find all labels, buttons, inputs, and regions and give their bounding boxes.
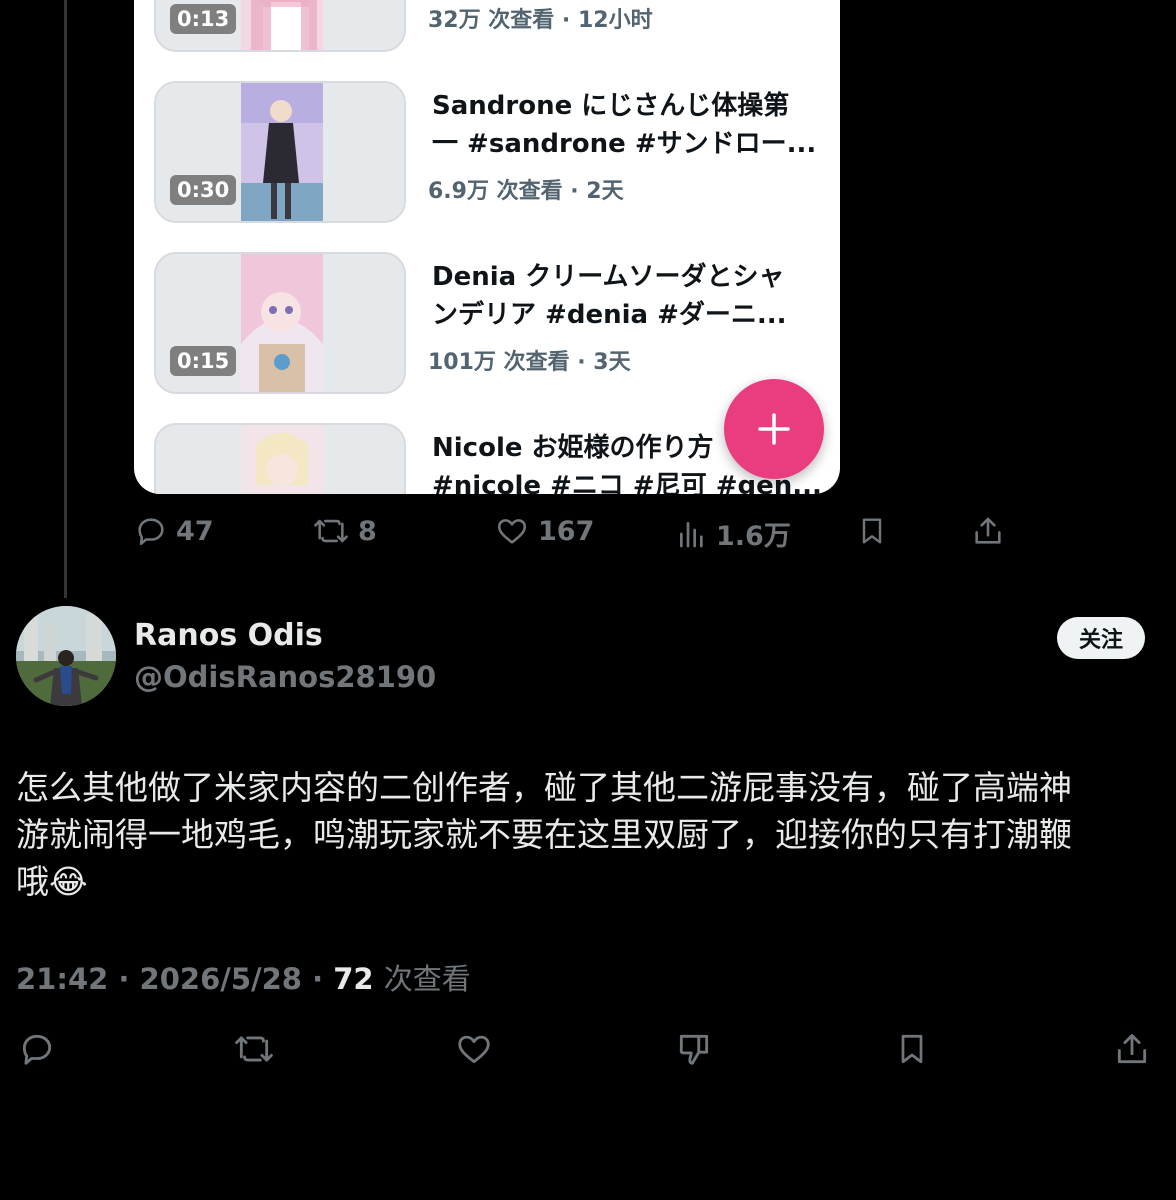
reply-action[interactable]: 47 bbox=[134, 514, 214, 548]
meta-separator: · bbox=[118, 962, 140, 996]
bookmark-icon bbox=[901, 1034, 923, 1064]
follow-button[interactable]: 关注 bbox=[1057, 617, 1145, 659]
view-count: 1.6万 bbox=[716, 521, 791, 552]
share-action[interactable] bbox=[971, 514, 1005, 548]
avatar[interactable] bbox=[16, 606, 116, 706]
video-list-item[interactable]: 0:30 Sandrone にじさんじ体操第 一 #sandrone #サンドロ… bbox=[154, 81, 834, 223]
video-list-item[interactable]: 0:15 Denia クリームソーダとシャ ンデリア #denia #ダーニ..… bbox=[154, 252, 834, 394]
heart-icon bbox=[497, 519, 527, 544]
video-thumbnail[interactable] bbox=[154, 423, 406, 494]
video-thumbnail[interactable]: 0:13 bbox=[154, 0, 406, 52]
video-title-line: ンデリア #denia #ダーニ... bbox=[432, 300, 787, 330]
bookmark-icon bbox=[862, 518, 882, 544]
analytics-bar-icon bbox=[680, 521, 703, 547]
views-action[interactable]: 1.6万 bbox=[676, 514, 791, 553]
like-action[interactable]: 167 bbox=[494, 514, 594, 548]
tweet-text: 怎么其他做了米家内容的二创作者，碰了其他二游屁事没有，碰了高端神 游就闹得一地鸡… bbox=[16, 768, 1072, 901]
downvote-action[interactable] bbox=[674, 1030, 714, 1068]
bookmark-action[interactable] bbox=[894, 1030, 930, 1068]
meta-separator: · bbox=[312, 962, 334, 996]
video-meta: 32万 次查看 · 12小时 bbox=[428, 8, 653, 33]
bookmark-action[interactable] bbox=[856, 514, 888, 548]
video-title-line: Denia クリームソーダとシャ bbox=[432, 262, 785, 292]
anime-thumbnail-image bbox=[241, 83, 323, 221]
video-duration-badge: 0:30 bbox=[170, 175, 237, 205]
share-action[interactable] bbox=[1113, 1030, 1151, 1068]
video-list-item[interactable]: 0:13 32万 次查看 · 12小时 bbox=[154, 0, 834, 52]
video-title-line: 一 #sandrone #サンドロー... bbox=[432, 129, 817, 159]
video-title[interactable]: Denia クリームソーダとシャ ンデリア #denia #ダーニ... bbox=[432, 258, 822, 334]
share-icon bbox=[1117, 1034, 1147, 1064]
reply-action[interactable] bbox=[18, 1030, 56, 1068]
like-action[interactable] bbox=[454, 1030, 494, 1068]
repost-icon bbox=[314, 519, 348, 543]
embedded-video-list-card[interactable]: 0:13 32万 次查看 · 12小时 0:30 Sandrone にじさんじ体… bbox=[134, 0, 840, 494]
repost-count: 8 bbox=[358, 515, 377, 547]
video-duration-badge: 0:15 bbox=[170, 346, 237, 376]
heart-icon bbox=[458, 1035, 490, 1064]
tweet-view-label: 次查看 bbox=[383, 962, 471, 996]
tweet-time[interactable]: 21:42 bbox=[16, 962, 108, 996]
video-duration-badge: 0:13 bbox=[170, 4, 237, 34]
anime-thumbnail-image bbox=[241, 425, 323, 494]
reply-icon bbox=[138, 518, 164, 546]
video-meta: 101万 次查看 · 3天 bbox=[428, 350, 631, 375]
avatar-photo bbox=[16, 606, 116, 706]
anime-thumbnail-image bbox=[241, 0, 323, 50]
anime-thumbnail-image bbox=[241, 254, 323, 392]
thread-connector-line bbox=[64, 0, 67, 598]
repost-action[interactable]: 8 bbox=[312, 514, 377, 548]
repost-action[interactable] bbox=[232, 1030, 276, 1068]
reply-icon bbox=[22, 1034, 52, 1065]
video-thumbnail[interactable]: 0:30 bbox=[154, 81, 406, 223]
thumbs-down-icon bbox=[679, 1034, 709, 1065]
tweet-meta: 21:42 · 2026/5/28 · 72 次查看 bbox=[16, 956, 471, 998]
video-meta: 6.9万 次查看 · 2天 bbox=[428, 179, 624, 204]
tweet-date[interactable]: 2026/5/28 bbox=[140, 962, 302, 996]
reply-count: 47 bbox=[176, 515, 214, 547]
repost-icon bbox=[235, 1036, 273, 1062]
compose-fab-button[interactable] bbox=[724, 379, 824, 479]
video-title-line: Sandrone にじさんじ体操第 bbox=[432, 91, 790, 121]
video-thumbnail[interactable]: 0:15 bbox=[154, 252, 406, 394]
tweet-view-count: 72 bbox=[333, 962, 374, 996]
video-title[interactable]: Sandrone にじさんじ体操第 一 #sandrone #サンドロー... bbox=[432, 87, 822, 163]
user-handle[interactable]: @OdisRanos28190 bbox=[134, 660, 436, 694]
display-name[interactable]: Ranos Odis bbox=[134, 618, 323, 653]
plus-icon bbox=[758, 413, 790, 445]
share-icon bbox=[975, 517, 1001, 544]
like-count: 167 bbox=[538, 515, 595, 547]
